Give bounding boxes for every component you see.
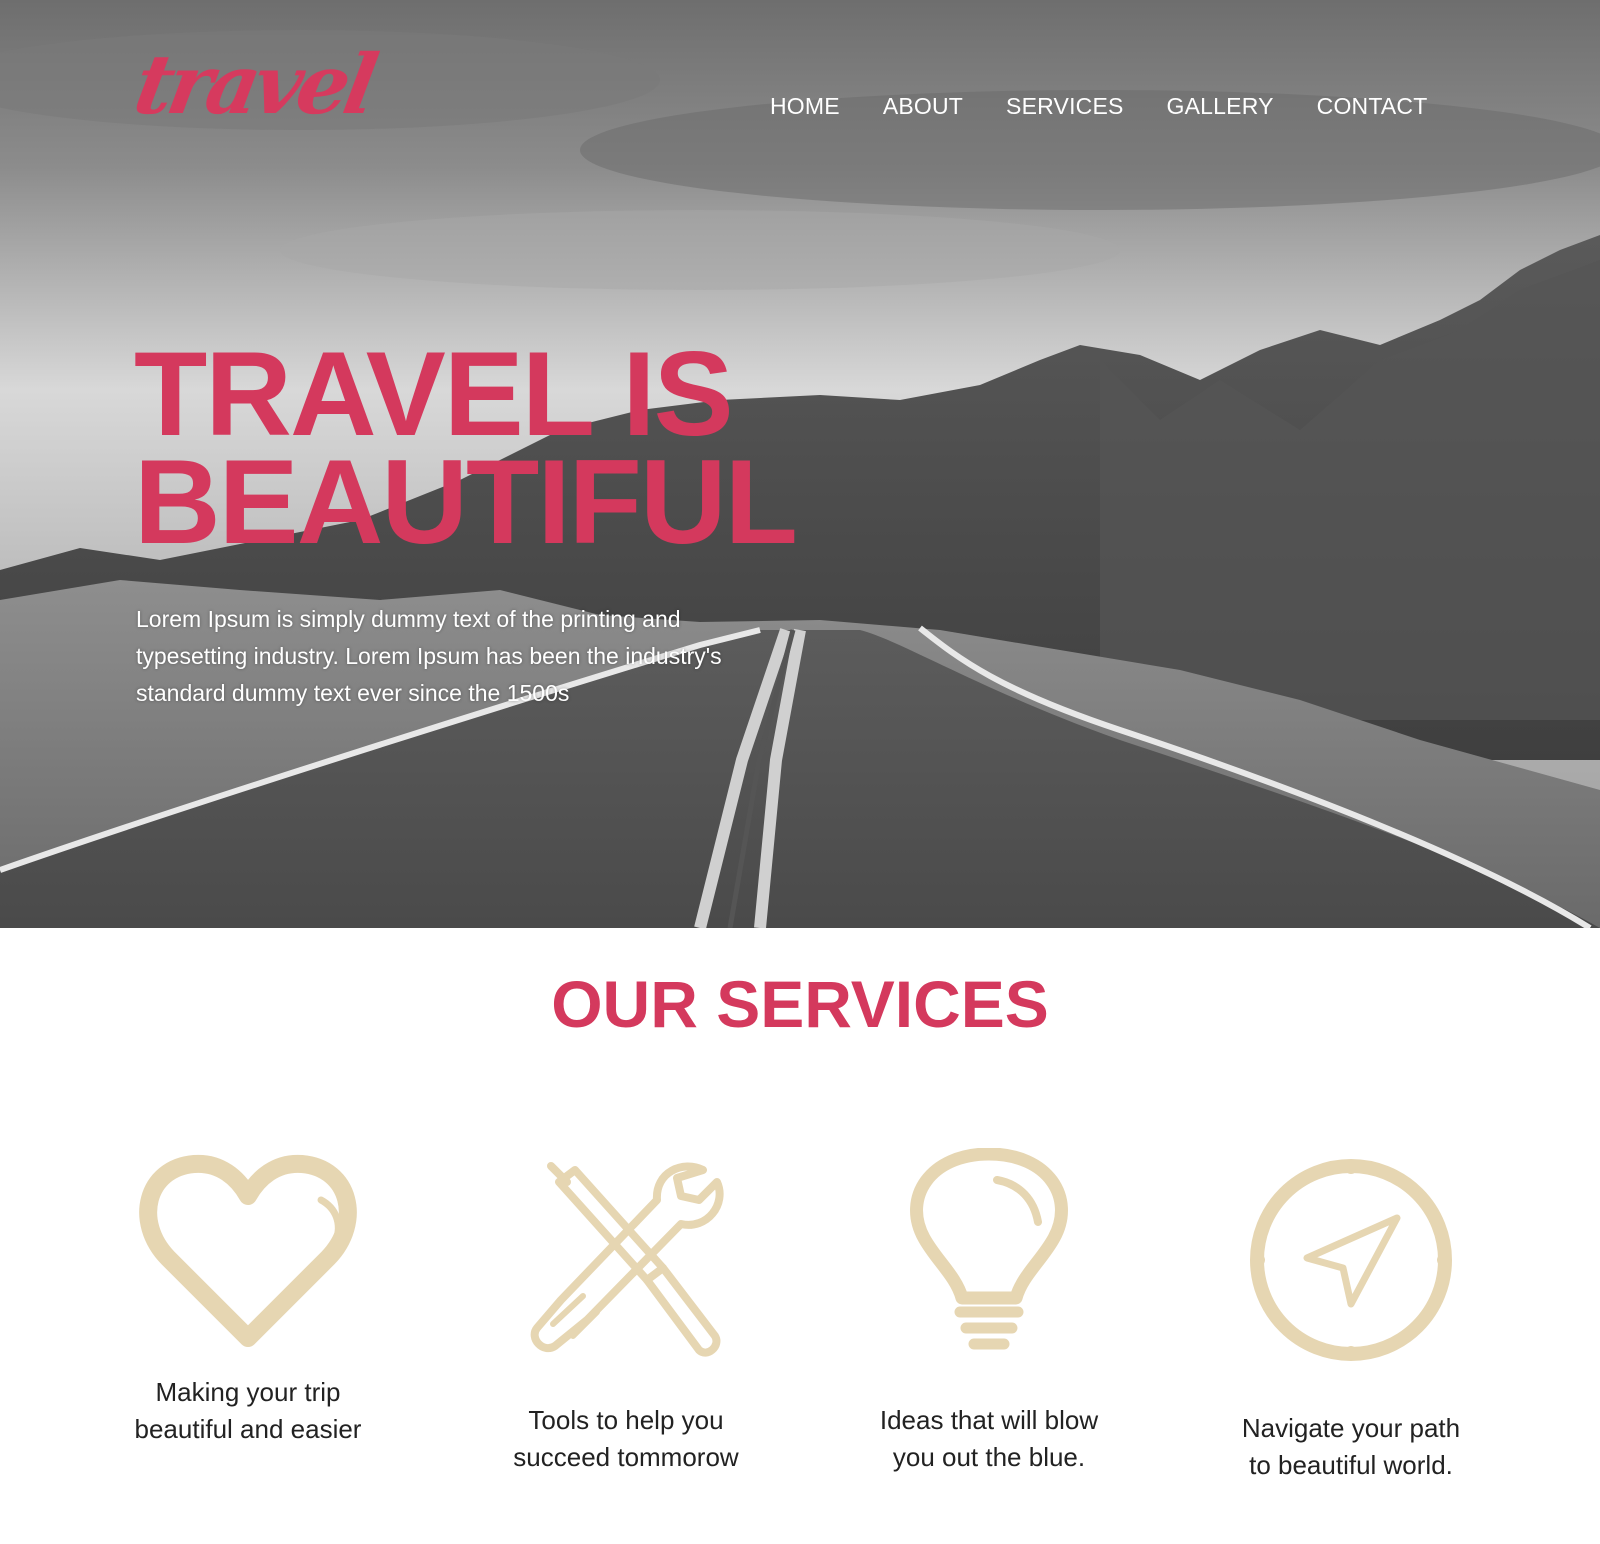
compass-icon (1250, 1159, 1452, 1361)
service-caption-heart: Making your trip beautiful and easier (98, 1374, 398, 1448)
caption-line-2: succeed tommorow (513, 1442, 739, 1472)
headline-line-1: TRAVEL IS (134, 327, 734, 461)
caption-line-2: to beautiful world. (1249, 1450, 1453, 1480)
hero-section: travel HOME ABOUT SERVICES GALLERY CONTA… (0, 0, 1600, 928)
service-caption-lightbulb: Ideas that will blow you out the blue. (839, 1402, 1139, 1476)
nav-about[interactable]: ABOUT (883, 92, 963, 120)
service-card-lightbulb: Ideas that will blow you out the blue. (839, 1148, 1139, 1472)
logo-text: travel (127, 37, 380, 133)
caption-line-1: Tools to help you (528, 1405, 724, 1435)
heart-icon (139, 1154, 357, 1347)
caption-line-1: Navigate your path (1241, 1413, 1461, 1443)
intro-line-1: Lorem Ipsum is simply dummy text of the … (136, 606, 681, 632)
services-title: OUR SERVICES (551, 967, 1049, 1041)
service-card-tools: Tools to help you succeed tommorow (476, 1160, 776, 1472)
intro-line-2: typesetting industry. Lorem Ipsum has be… (136, 643, 722, 669)
tools-icon (530, 1162, 724, 1357)
service-card-compass: Navigate your path to beautiful world. (1201, 1156, 1501, 1480)
caption-line-2: you out the blue. (892, 1442, 1086, 1472)
headline-line-2: BEAUTIFUL (134, 435, 798, 569)
travel-logo[interactable]: travel (128, 37, 380, 144)
nav-contact[interactable]: CONTACT (1317, 92, 1428, 120)
hero-headline: TRAVEL IS BEAUTIFUL (134, 327, 894, 569)
service-caption-tools: Tools to help you succeed tommorow (476, 1402, 776, 1476)
service-caption-compass: Navigate your path to beautiful world. (1201, 1410, 1501, 1484)
intro-line-3: standard dummy text ever since the 1500s (136, 680, 570, 706)
caption-line-2: beautiful and easier (134, 1414, 362, 1444)
service-card-heart: Making your trip beautiful and easier (98, 1150, 398, 1444)
nav-home[interactable]: HOME (770, 92, 840, 120)
nav-gallery[interactable]: GALLERY (1167, 92, 1274, 120)
caption-line-1: Making your trip (155, 1377, 341, 1407)
hero-intro-text: Lorem Ipsum is simply dummy text of the … (136, 601, 776, 712)
caption-line-1: Ideas that will blow (879, 1405, 1099, 1435)
nav-services[interactable]: SERVICES (1006, 92, 1124, 120)
main-nav: HOME ABOUT SERVICES GALLERY CONTACT (770, 92, 1428, 120)
lightbulb-icon (910, 1148, 1068, 1350)
